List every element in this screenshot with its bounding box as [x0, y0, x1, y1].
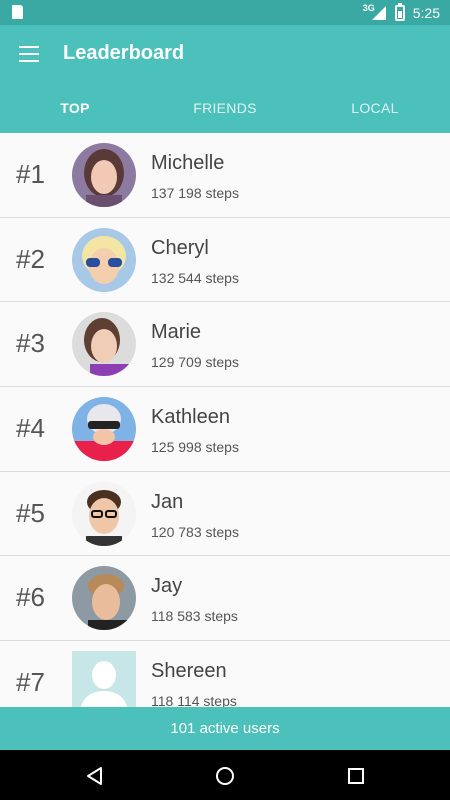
list-item[interactable]: #3 Marie 129 709 steps [0, 302, 450, 388]
step-count: 137 198 steps [151, 185, 239, 201]
rank-label: #4 [16, 413, 45, 444]
list-item[interactable]: #4 Kathleen 125 998 steps [0, 387, 450, 472]
user-name: Jan [151, 490, 184, 513]
list-item[interactable]: #1 Michelle 137 198 steps [0, 133, 450, 218]
default-avatar-icon [72, 651, 136, 707]
avatar [72, 481, 136, 546]
list-item[interactable]: #6 Jay 118 583 steps [0, 556, 450, 642]
navigation-bar [0, 750, 450, 800]
status-bar: 3G 5:25 [0, 0, 450, 25]
network-type-label: 3G [362, 2, 375, 13]
step-count: 120 783 steps [151, 523, 239, 540]
tab-friends[interactable]: FRIENDS [150, 83, 300, 133]
user-name: Shereen [151, 660, 227, 683]
tab-top[interactable]: TOP [0, 83, 150, 133]
list-item[interactable]: #5 Jan 120 783 steps [0, 472, 450, 557]
menu-icon[interactable] [19, 46, 39, 62]
clock: 5:25 [412, 4, 440, 21]
rank-label: #3 [16, 328, 45, 359]
step-count: 125 998 steps [151, 439, 239, 456]
leaderboard-list: #1 Michelle 137 198 steps #2 Cheryl 132 … [0, 133, 450, 707]
step-count: 118 114 steps [151, 693, 237, 707]
tab-bar: TOP FRIENDS LOCAL [0, 83, 450, 133]
battery-icon [394, 2, 405, 21]
page-title: Leaderboard [63, 42, 185, 64]
step-count: 129 709 steps [151, 354, 239, 371]
active-users-footer: 101 active users [0, 707, 450, 750]
app-bar: Leaderboard TOP FRIENDS LOCAL [0, 25, 450, 133]
avatar [72, 227, 136, 292]
rank-label: #1 [16, 159, 45, 189]
status-icons: 3G 5:25 [363, 0, 440, 25]
list-item[interactable]: #2 Cheryl 132 544 steps [0, 218, 450, 303]
avatar [72, 397, 136, 462]
user-name: Jay [151, 575, 183, 598]
rank-label: #2 [16, 243, 45, 274]
active-users-label: 101 active users [170, 720, 280, 737]
step-count: 118 583 steps [151, 608, 238, 625]
user-name: Kathleen [151, 406, 230, 429]
avatar [72, 312, 136, 377]
user-name: Michelle [151, 152, 225, 174]
rank-label: #7 [16, 667, 45, 698]
user-name: Marie [151, 321, 202, 344]
recents-icon[interactable] [345, 765, 367, 787]
avatar [72, 143, 136, 207]
avatar [72, 566, 136, 631]
rank-label: #6 [16, 582, 45, 613]
user-name: Cheryl [151, 236, 209, 259]
home-icon[interactable] [214, 765, 236, 787]
list-item[interactable]: #7 Shereen 118 114 steps [0, 641, 450, 707]
tab-local[interactable]: LOCAL [300, 83, 450, 133]
step-count: 132 544 steps [151, 269, 239, 286]
sd-card-icon [12, 5, 23, 19]
back-icon[interactable] [84, 765, 106, 787]
rank-label: #5 [16, 497, 45, 528]
